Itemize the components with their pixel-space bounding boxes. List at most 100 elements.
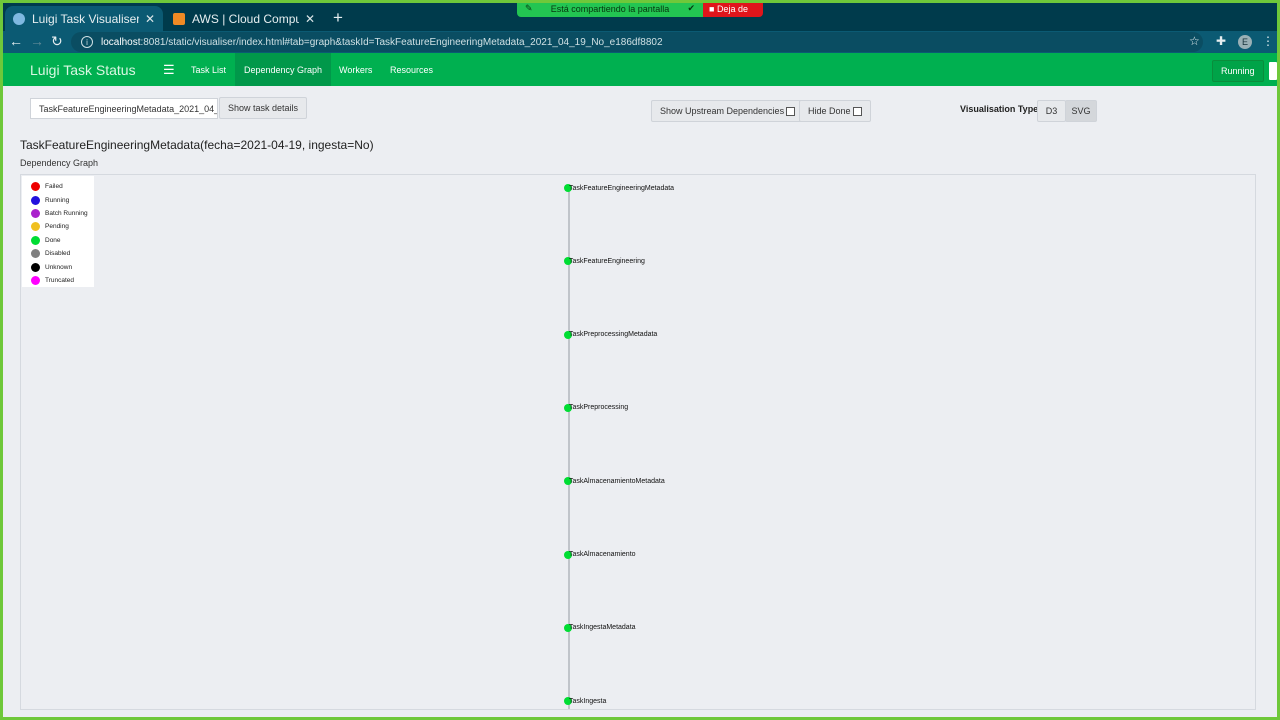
nav-dependency-graph[interactable]: Dependency Graph: [235, 53, 332, 86]
share-indicator: ✎ Está compartiendo la pantalla ✔: [517, 3, 703, 17]
legend-dot-icon: [31, 195, 40, 205]
node-label[interactable]: TaskAlmacenamiento: [569, 551, 636, 558]
vis-svg-label: SVG: [1071, 106, 1091, 116]
close-icon[interactable]: ✕: [305, 12, 315, 26]
legend-item: Truncated: [31, 274, 94, 287]
screen-share-bar: ✎ Está compartiendo la pantalla ✔ ■ Deja…: [517, 3, 763, 17]
legend-item: Disabled: [31, 247, 94, 260]
legend-label: Disabled: [45, 250, 71, 258]
status-legend: Failed Running Batch Running Pending Done Dis…: [22, 176, 94, 287]
url-bar[interactable]: i localhost :8081/static/visualiser/inde…: [71, 32, 1203, 52]
node-label[interactable]: TaskFeatureEngineering: [569, 258, 645, 265]
nav-workers[interactable]: Workers: [330, 53, 381, 86]
url-host: localhost: [101, 36, 141, 48]
legend-dot-icon: [31, 208, 40, 218]
running-button[interactable]: Running: [1212, 60, 1277, 82]
tab-title: AWS | Cloud Computing - Serv: [192, 11, 299, 26]
upstream-label: Show Upstream Dependencies: [660, 106, 785, 116]
graph-node[interactable]: TaskIngesta: [564, 696, 804, 706]
url-path: :8081/static/visualiser/index.html#tab=g…: [140, 36, 663, 48]
forward-arrow-icon[interactable]: →: [30, 33, 44, 49]
vis-type-label: Visualisation Type: [960, 104, 1039, 114]
hide-done-checkbox[interactable]: [852, 106, 862, 116]
vis-svg-button[interactable]: SVG: [1065, 100, 1097, 122]
nav-resources[interactable]: Resources: [381, 53, 442, 86]
pin-icon: ✎: [525, 3, 533, 13]
graph-node[interactable]: TaskPreprocessingMetadata: [564, 330, 804, 340]
graph-node[interactable]: TaskAlmacenamiento: [564, 550, 804, 560]
legend-item: Batch Running: [31, 207, 94, 220]
graph-node[interactable]: TaskFeatureEngineeringMetadata: [564, 183, 804, 193]
legend-item: Failed: [31, 180, 94, 193]
show-task-details-button[interactable]: Show task details: [219, 97, 308, 119]
aws-icon: [173, 12, 185, 25]
graph-subtitle: Dependency Graph: [20, 158, 99, 168]
upstream-checkbox[interactable]: [786, 106, 796, 116]
info-icon[interactable]: i: [81, 36, 93, 48]
stop-sharing-button[interactable]: ■ Deja de: [703, 3, 763, 17]
legend-dot-icon: [31, 235, 40, 245]
new-tab-icon[interactable]: +: [333, 8, 343, 28]
legend-dot-icon: [31, 222, 40, 232]
running-label: Running: [1221, 66, 1255, 76]
tab-aws[interactable]: AWS | Cloud Computing - Serv ✕: [165, 6, 323, 31]
node-label[interactable]: TaskFeatureEngineeringMetadata: [569, 185, 674, 192]
legend-item: Done: [31, 234, 94, 247]
legend-item: Unknown: [31, 260, 94, 273]
show-details-label: Show task details: [228, 103, 299, 113]
legend-label: Running: [45, 196, 70, 204]
stop-text: Deja de: [716, 3, 748, 14]
hamburger-icon[interactable]: ☰: [163, 62, 175, 78]
page-title: TaskFeatureEngineeringMetadata(fecha=202…: [20, 138, 374, 152]
profile-avatar[interactable]: E: [1238, 35, 1252, 49]
main-content: TaskFeatureEngineeringMetadata_2021_04_ …: [3, 86, 1277, 717]
reload-icon[interactable]: ↻: [51, 33, 63, 50]
legend-dot-icon: [31, 275, 40, 285]
legend-label: Failed: [45, 183, 63, 191]
graph-node[interactable]: TaskFeatureEngineering: [564, 256, 804, 266]
hide-done-label: Hide Done: [808, 106, 851, 116]
graph-node[interactable]: TaskIngestaMetadata: [564, 623, 804, 633]
share-text: Está compartiendo la pantalla: [550, 3, 670, 14]
browser-window: Luigi Task Visualiser ✕ AWS | Cloud Comp…: [3, 3, 1277, 717]
stop-icon: ■: [709, 3, 717, 14]
task-id-input[interactable]: TaskFeatureEngineeringMetadata_2021_04_: [30, 98, 218, 119]
brand-title[interactable]: Luigi Task Status: [30, 62, 136, 78]
legend-label: Unknown: [45, 263, 73, 271]
legend-item: Running: [31, 193, 94, 206]
dependency-graph[interactable]: Failed Running Batch Running Pending Done Dis…: [20, 174, 1256, 710]
hide-done-toggle[interactable]: Hide Done: [799, 100, 871, 122]
graph-node[interactable]: TaskPreprocessing: [564, 403, 804, 413]
tab-strip: Luigi Task Visualiser ✕ AWS | Cloud Comp…: [3, 3, 1277, 31]
node-label[interactable]: TaskPreprocessingMetadata: [569, 331, 657, 338]
address-toolbar: ← → ↻ i localhost :8081/static/visualise…: [3, 31, 1277, 53]
graph-node[interactable]: TaskAlmacenamientoMetadata: [564, 476, 804, 486]
legend-label: Pending: [45, 223, 69, 231]
toggle-handle[interactable]: [1268, 62, 1277, 80]
node-label[interactable]: TaskIngesta: [569, 698, 606, 705]
tab-title: Luigi Task Visualiser: [32, 11, 139, 26]
legend-dot-icon: [31, 249, 40, 259]
vis-d3-label: D3: [1045, 106, 1058, 116]
node-label[interactable]: TaskAlmacenamientoMetadata: [569, 478, 665, 485]
legend-dot-icon: [31, 182, 40, 192]
legend-label: Truncated: [45, 276, 75, 284]
extensions-icon[interactable]: ✚: [1216, 34, 1226, 48]
legend-label: Batch Running: [45, 209, 88, 217]
node-label[interactable]: TaskPreprocessing: [569, 404, 628, 411]
check-icon: ✔: [687, 3, 695, 13]
tab-luigi[interactable]: Luigi Task Visualiser ✕: [5, 6, 163, 31]
globe-icon: [13, 12, 25, 25]
star-icon[interactable]: ☆: [1189, 34, 1200, 48]
legend-dot-icon: [31, 262, 40, 272]
back-arrow-icon[interactable]: ←: [9, 33, 23, 49]
menu-kebab-icon[interactable]: ⋮: [1262, 34, 1274, 48]
app-navbar: Luigi Task Status ☰ Task List Dependency…: [3, 53, 1277, 86]
close-icon[interactable]: ✕: [145, 12, 155, 26]
node-label[interactable]: TaskIngestaMetadata: [569, 624, 636, 631]
legend-label: Done: [45, 236, 61, 244]
nav-task-list[interactable]: Task List: [182, 53, 235, 86]
vis-d3-button[interactable]: D3: [1037, 100, 1066, 122]
show-upstream-toggle[interactable]: Show Upstream Dependencies: [651, 100, 805, 122]
legend-item: Pending: [31, 220, 94, 233]
